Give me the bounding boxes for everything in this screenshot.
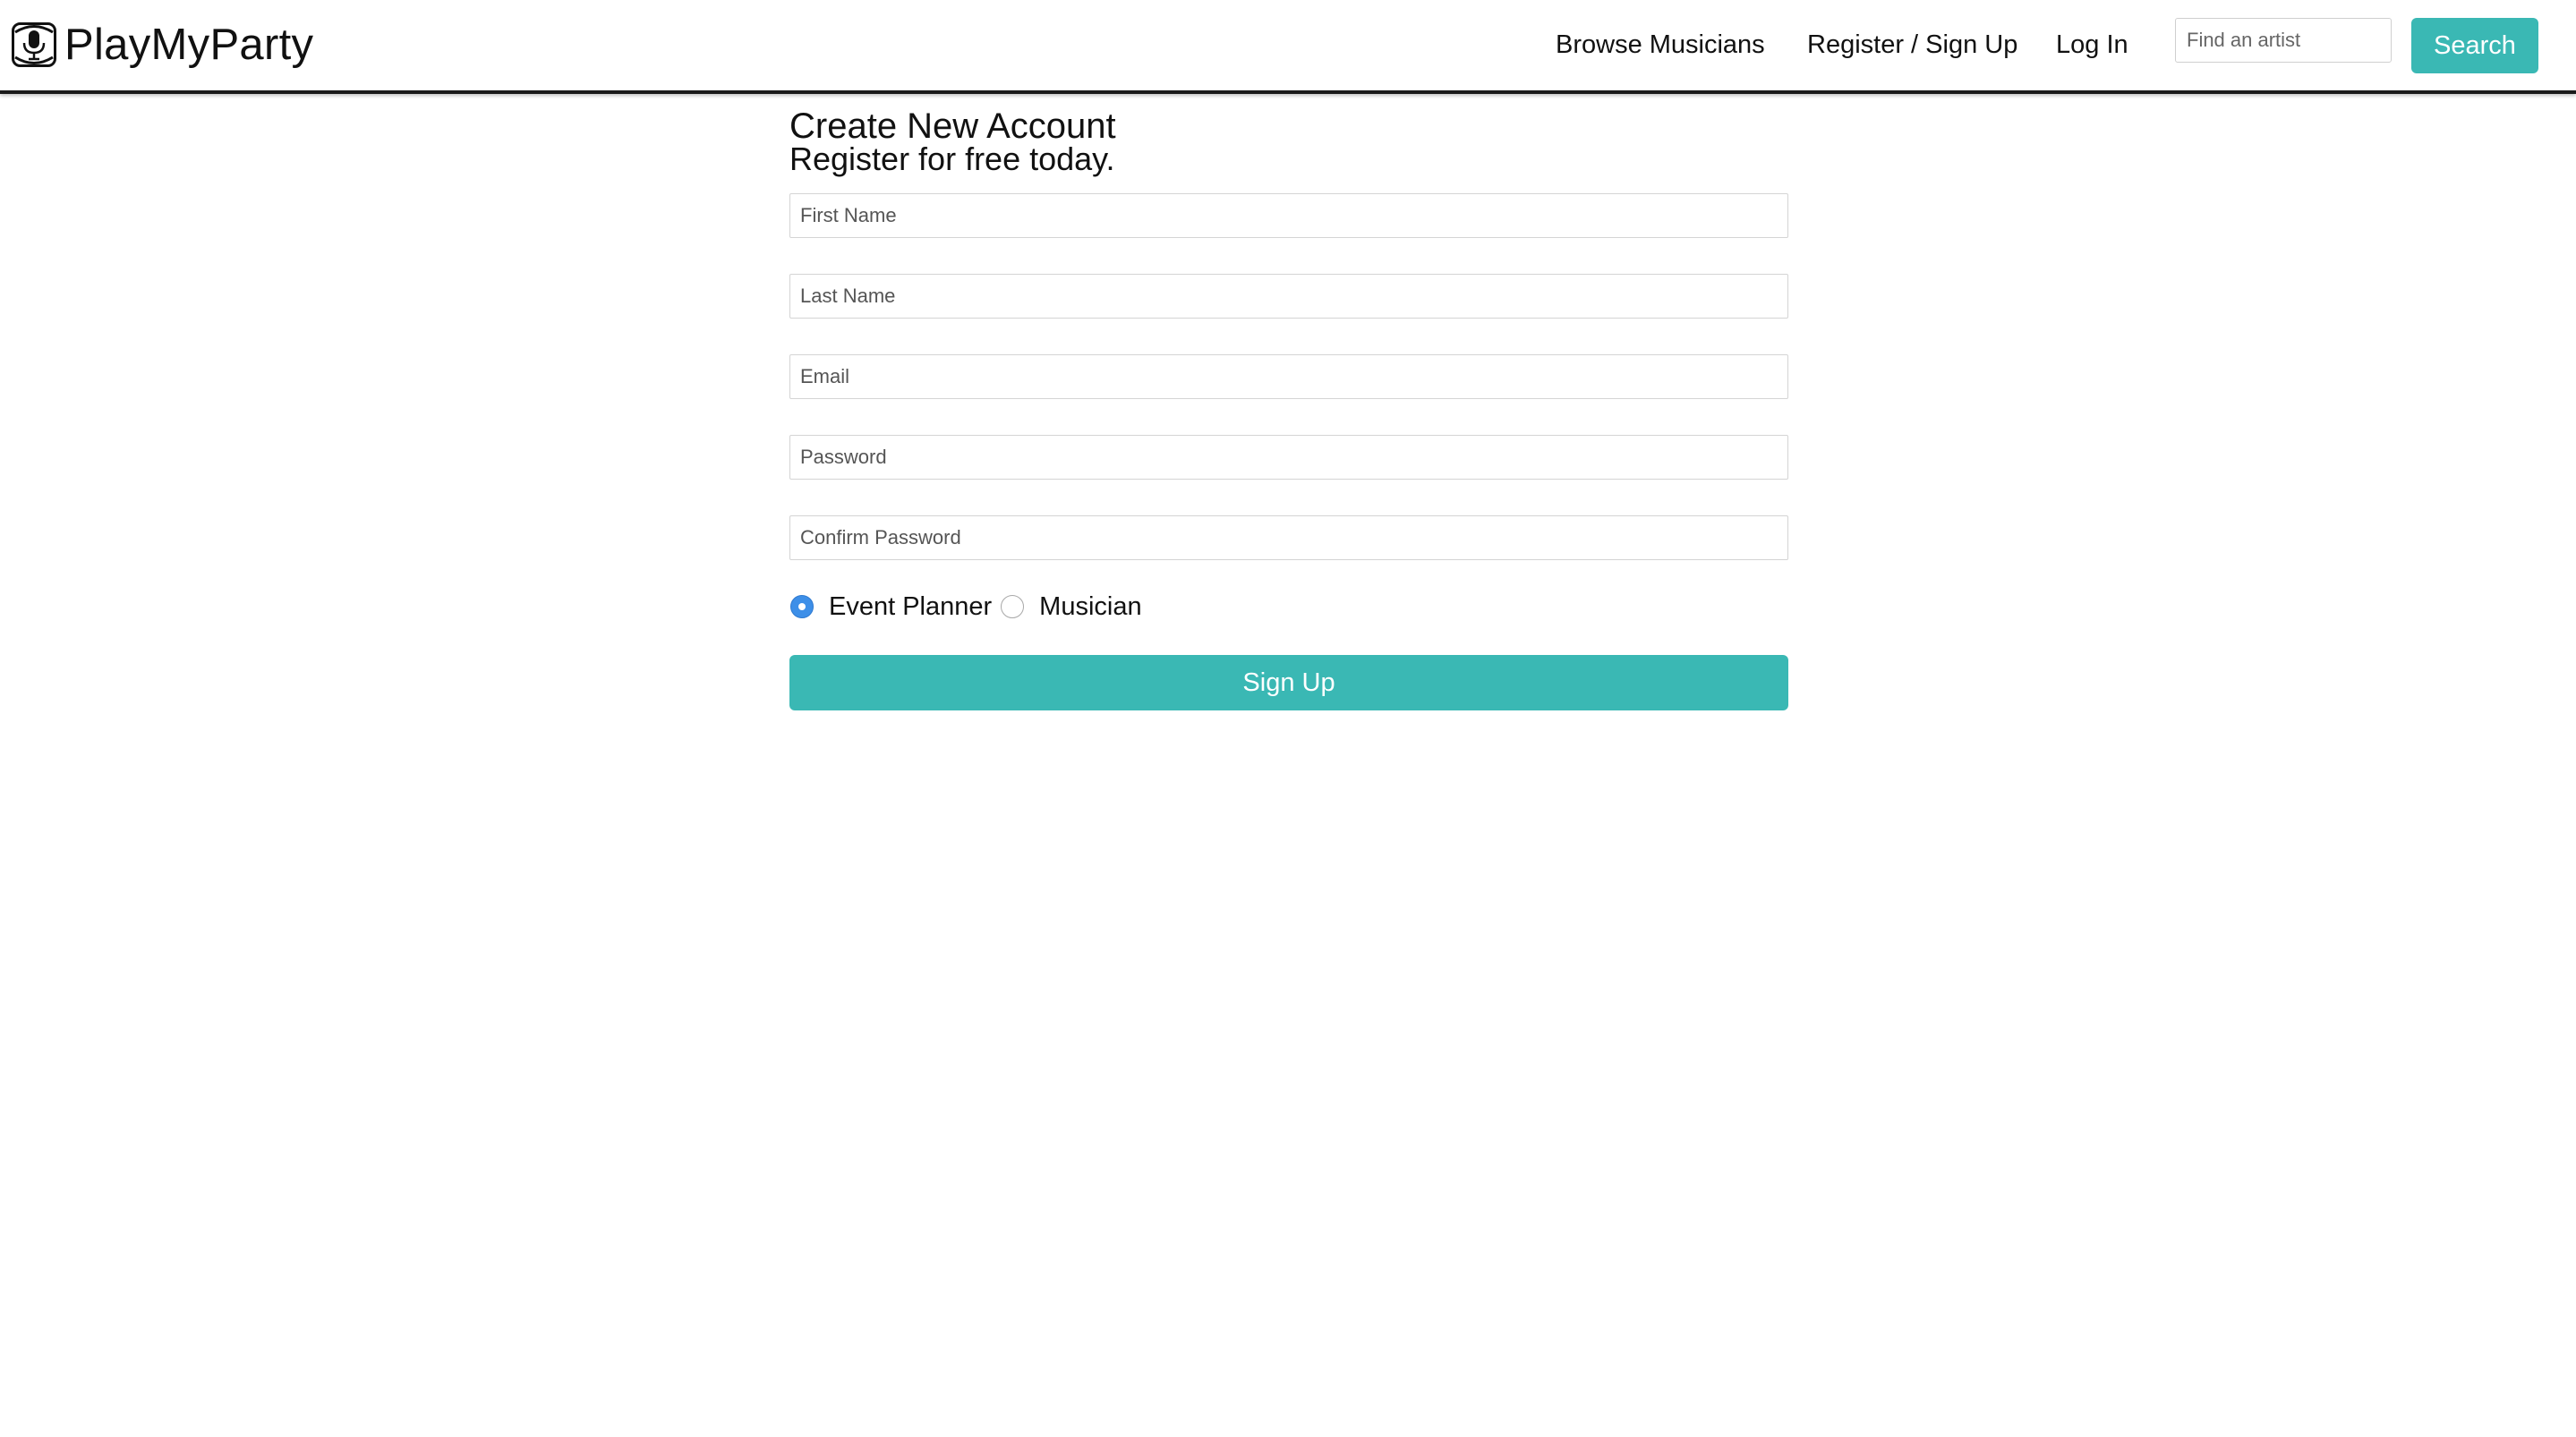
sign-up-button[interactable]: Sign Up: [789, 655, 1788, 710]
first-name-field[interactable]: [789, 193, 1788, 238]
microphone-icon: [12, 22, 56, 67]
last-name-field[interactable]: [789, 274, 1788, 319]
nav-browse-musicians[interactable]: Browse Musicians: [1556, 29, 1765, 61]
top-navbar: PlayMyParty Browse Musicians Register / …: [0, 0, 2576, 94]
brand-link[interactable]: PlayMyParty: [12, 18, 313, 72]
search-button[interactable]: Search: [2411, 18, 2538, 73]
nav-log-in[interactable]: Log In: [2056, 29, 2128, 61]
event-planner-radio[interactable]: [790, 595, 814, 618]
email-field[interactable]: [789, 354, 1788, 399]
artist-search-input[interactable]: [2175, 18, 2392, 63]
password-field[interactable]: [789, 435, 1788, 480]
page-subtitle: Register for free today.: [789, 140, 1115, 177]
nav-register-sign-up[interactable]: Register / Sign Up: [1807, 29, 2017, 61]
event-planner-label[interactable]: Event Planner: [829, 589, 992, 625]
brand-name: PlayMyParty: [64, 21, 314, 69]
role-radio-group: Event Planner Musician: [790, 587, 1151, 626]
confirm-password-field[interactable]: [789, 515, 1788, 560]
musician-label[interactable]: Musician: [1039, 589, 1141, 625]
musician-radio[interactable]: [1001, 595, 1025, 618]
